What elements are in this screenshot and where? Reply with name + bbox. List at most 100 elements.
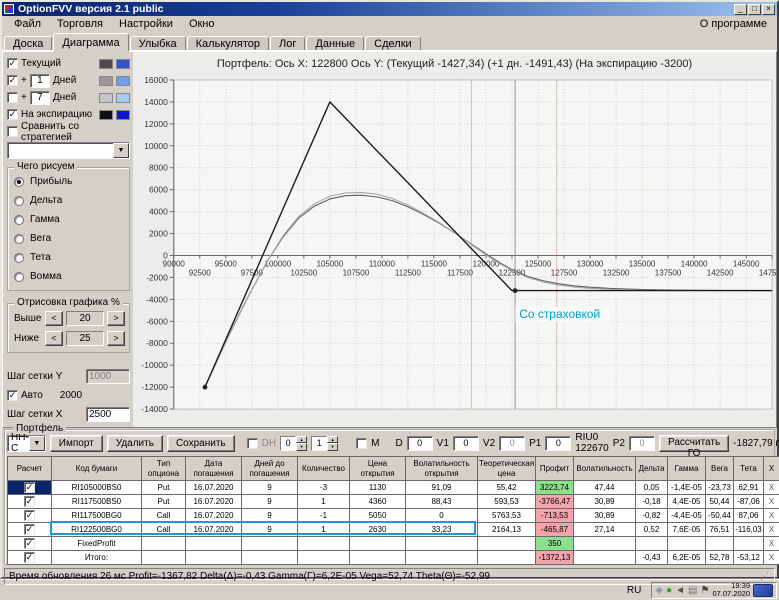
dh-checkbox[interactable]: ✓: [246, 437, 258, 449]
flag-icon[interactable]: ⚑: [700, 583, 709, 598]
row-delete-button[interactable]: X: [763, 480, 779, 495]
draw-option-Вомма[interactable]: Вомма: [14, 267, 125, 286]
draw-option-label: Вомма: [30, 271, 62, 282]
spin-up-icon[interactable]: ▲: [327, 435, 339, 443]
minimize-button[interactable]: _: [734, 3, 747, 15]
strategy-dropdown[interactable]: ▼: [7, 142, 130, 159]
volume-icon[interactable]: ◄: [675, 583, 685, 598]
cell: 2630: [349, 522, 406, 537]
spin-down-icon[interactable]: ▼: [296, 443, 308, 451]
row-checkbox[interactable]: ✓: [24, 538, 35, 549]
tray-clock[interactable]: 19:39 07.07.2020: [712, 582, 750, 598]
cell: [297, 550, 350, 565]
chart-plot[interactable]: -14000-12000-10000-8000-6000-4000-200002…: [133, 71, 776, 427]
v2-input[interactable]: [499, 435, 526, 451]
cell: 62,91: [733, 480, 764, 495]
row-delete-button[interactable]: X: [763, 536, 779, 551]
radio-icon[interactable]: [14, 176, 24, 187]
above-increment-button[interactable]: >: [107, 310, 125, 326]
draw-option-Прибыль[interactable]: Прибыль: [14, 172, 125, 191]
tab-Диаграмма[interactable]: Диаграмма: [53, 33, 129, 51]
row-delete-button[interactable]: X: [763, 508, 779, 523]
draw-option-label: Гамма: [30, 214, 60, 225]
row-checkbox[interactable]: ✓: [24, 482, 35, 493]
radio-icon[interactable]: [14, 252, 24, 263]
resize-grip[interactable]: ⋰: [760, 571, 770, 582]
above-decrement-button[interactable]: <: [45, 310, 63, 326]
column-header-Количество: Количество: [297, 456, 350, 481]
row-calc-cell: ✓: [7, 508, 52, 523]
radio-icon[interactable]: [14, 271, 24, 282]
d-input[interactable]: [406, 435, 433, 451]
row-checkbox[interactable]: ✓: [24, 496, 35, 507]
language-indicator[interactable]: RU: [621, 585, 647, 596]
column-header-Тип опциона: Тип опциона: [141, 456, 186, 481]
portfolio-combo[interactable]: НН-С ▼: [7, 432, 46, 454]
close-button[interactable]: ×: [762, 3, 775, 15]
row-calc-cell: ✓: [7, 494, 52, 509]
layer-days-input-2[interactable]: [29, 90, 50, 105]
draw-option-Тета[interactable]: Тета: [14, 248, 125, 267]
menu-item-Настройки[interactable]: Настройки: [111, 17, 181, 31]
m-checkbox[interactable]: ✓: [356, 437, 368, 449]
menu-about[interactable]: О программе: [694, 17, 773, 31]
draw-mode-group: Чего рисуем Прибыль Дельта Гамма Вега Тета Во…: [7, 161, 130, 291]
dh-spinner-2[interactable]: 1 ▲ ▼: [311, 435, 339, 451]
below-increment-button[interactable]: >: [107, 330, 125, 346]
spin-up-icon[interactable]: ▲: [296, 435, 308, 443]
delete-button[interactable]: Удалить: [106, 434, 163, 452]
layer-checkbox-3[interactable]: ✓: [7, 109, 18, 120]
row-checkbox[interactable]: ✓: [24, 552, 35, 563]
tab-Сделки[interactable]: Сделки: [365, 36, 421, 51]
calc-go-button[interactable]: Рассчитать ГО: [658, 434, 730, 459]
svg-text:90000: 90000: [163, 259, 186, 268]
row-delete-button[interactable]: X: [763, 494, 779, 509]
column-header-Вега: Вега: [705, 456, 734, 481]
compare-strategy-checkbox[interactable]: ✓: [7, 126, 18, 137]
tab-Улыбка[interactable]: Улыбка: [129, 36, 186, 51]
radio-icon[interactable]: [14, 195, 24, 206]
cell: 76,51: [705, 522, 734, 537]
tray-app-icon[interactable]: ◈: [655, 583, 663, 598]
below-decrement-button[interactable]: <: [45, 330, 63, 346]
menu-item-Окно[interactable]: Окно: [181, 17, 223, 31]
column-header-Дней до погашения: Дней до погашения: [241, 456, 298, 481]
tab-Доска[interactable]: Доска: [4, 36, 53, 51]
tab-Калькулятор[interactable]: Калькулятор: [186, 36, 270, 51]
tray-status-icon[interactable]: ●: [666, 583, 672, 598]
p1-input[interactable]: [545, 435, 572, 451]
save-button[interactable]: Сохранить: [166, 434, 235, 452]
menu-item-Торговля[interactable]: Торговля: [49, 17, 111, 31]
layer-checkbox-1[interactable]: ✓: [7, 75, 18, 86]
row-checkbox[interactable]: ✓: [24, 524, 35, 535]
tray-network-icon[interactable]: ▤: [688, 583, 697, 598]
row-delete-button[interactable]: X: [763, 522, 779, 537]
auto-checkbox[interactable]: ✓: [7, 390, 18, 401]
tab-Данные[interactable]: Данные: [306, 36, 365, 51]
combo-arrow-icon[interactable]: ▼: [28, 435, 45, 451]
layer-checkbox-0[interactable]: ✓: [7, 58, 18, 69]
maximize-button[interactable]: □: [748, 3, 761, 15]
layer-checkbox-2[interactable]: ✓: [7, 92, 18, 103]
radio-icon[interactable]: [14, 233, 24, 244]
dh-spinner-1[interactable]: 0 ▲ ▼: [280, 435, 308, 451]
draw-option-Дельта[interactable]: Дельта: [14, 191, 125, 210]
p2-input[interactable]: [628, 435, 655, 451]
spin-down-icon[interactable]: ▼: [327, 443, 339, 451]
row-checkbox[interactable]: ✓: [24, 510, 35, 521]
radio-icon[interactable]: [14, 214, 24, 225]
tray-window-icon[interactable]: [753, 583, 773, 597]
grid-step-x-input[interactable]: [86, 407, 130, 422]
import-button[interactable]: Импорт: [49, 434, 103, 452]
draw-option-Гамма[interactable]: Гамма: [14, 210, 125, 229]
row-delete-button[interactable]: X: [763, 550, 779, 565]
cell: 52,78: [705, 550, 734, 565]
draw-option-Вега[interactable]: Вега: [14, 229, 125, 248]
menu-item-Файл[interactable]: Файл: [6, 17, 49, 31]
dropdown-arrow-icon[interactable]: ▼: [113, 143, 129, 158]
tab-Лог[interactable]: Лог: [270, 36, 306, 51]
v1-label: V1: [436, 437, 449, 449]
layer-row-2: ✓+ Дней: [7, 89, 130, 106]
layer-days-input-1[interactable]: [29, 73, 50, 88]
v1-input[interactable]: [452, 435, 479, 451]
